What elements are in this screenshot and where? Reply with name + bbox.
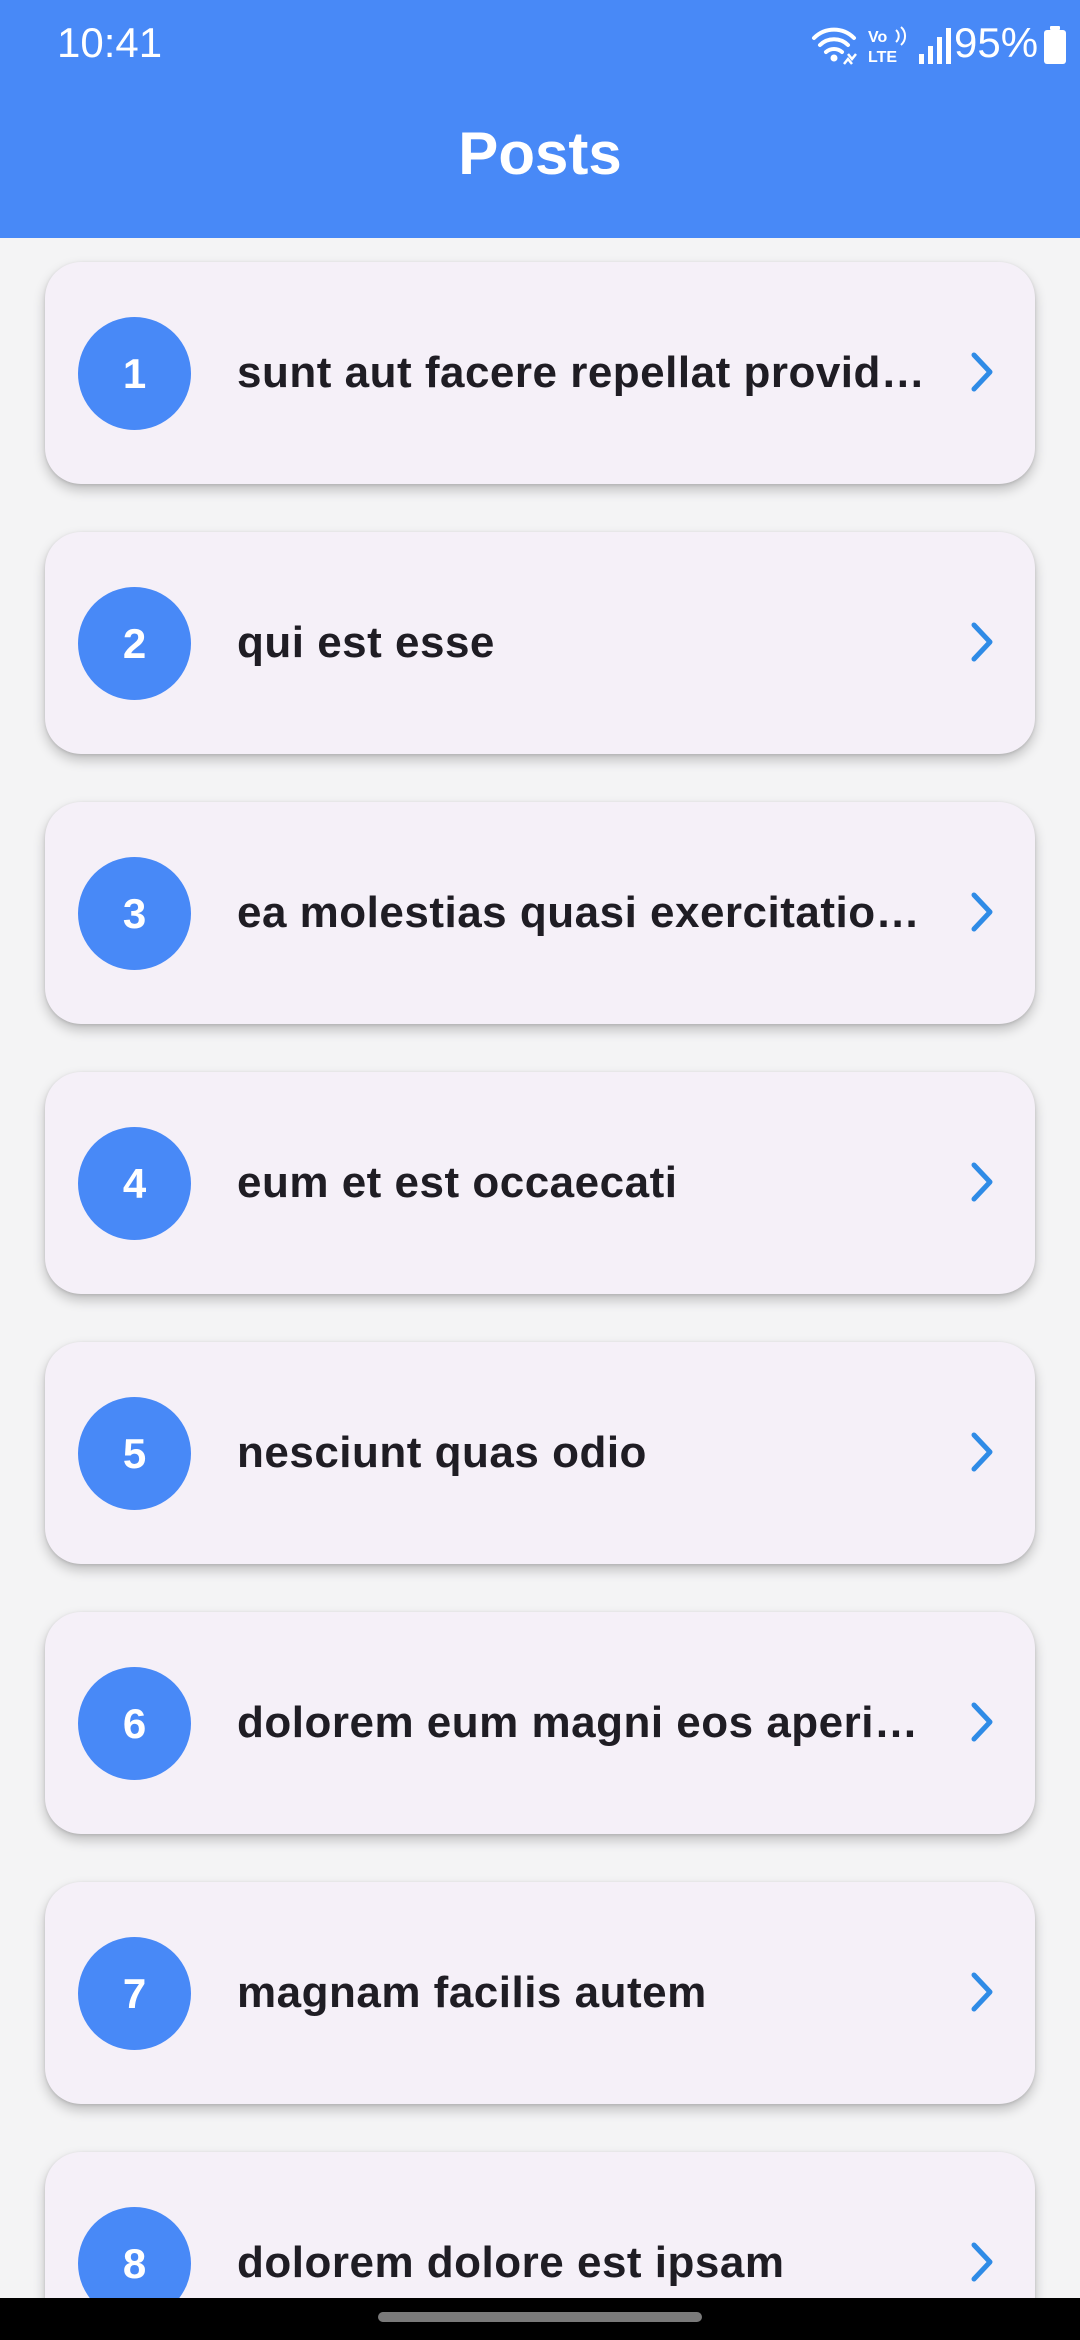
list-item[interactable]: 4 eum et est occaecati [45,1072,1035,1294]
svg-text:Vo: Vo [868,29,887,46]
post-id-avatar: 8 [78,2207,191,2298]
post-title: dolorem eum magni eos aperiam quia [237,1698,937,1747]
chevron-right-icon [971,892,993,932]
signal-icon [919,28,951,64]
post-title: sunt aut facere repellat provident occae… [237,348,937,397]
post-id-avatar: 3 [78,857,191,970]
list-item[interactable]: 5 nesciunt quas odio [45,1342,1035,1564]
post-id-avatar: 5 [78,1397,191,1510]
list-item[interactable]: 3 ea molestias quasi exercitationem repe… [45,802,1035,1024]
list-item[interactable]: 8 dolorem dolore est ipsam [45,2152,1035,2298]
posts-list[interactable]: 1 sunt aut facere repellat provident occ… [0,238,1080,2298]
chevron-right-icon [971,352,993,392]
post-title: nesciunt quas odio [237,1428,647,1477]
post-id-avatar: 2 [78,587,191,700]
chevron-right-icon [971,1972,993,2012]
post-title: eum et est occaecati [237,1158,678,1207]
chevron-right-icon [971,622,993,662]
chevron-right-icon [971,1432,993,1472]
app-bar: 10:41 Vo LTE 95% Posts [0,0,1080,238]
post-id-avatar: 1 [78,317,191,430]
status-time: 10:41 [57,19,163,66]
post-title: magnam facilis autem [237,1968,707,2017]
post-title: dolorem dolore est ipsam [237,2238,785,2287]
svg-text:LTE: LTE [868,49,897,66]
post-title: qui est esse [237,618,495,667]
post-title: ea molestias quasi exercitationem repell… [237,888,937,937]
post-id-avatar: 4 [78,1127,191,1240]
chevron-right-icon [971,1162,993,1202]
post-id-avatar: 7 [78,1937,191,2050]
list-item[interactable]: 2 qui est esse [45,532,1035,754]
chevron-right-icon [971,2242,993,2282]
page-title: Posts [458,120,622,187]
chevron-right-icon [971,1702,993,1742]
battery-percent: 95% [954,19,1039,66]
post-id-avatar: 6 [78,1667,191,1780]
list-item[interactable]: 6 dolorem eum magni eos aperiam quia [45,1612,1035,1834]
wifi-icon [812,27,857,65]
list-item[interactable]: 1 sunt aut facere repellat provident occ… [45,262,1035,484]
list-item[interactable]: 7 magnam facilis autem [45,1882,1035,2104]
volte-icon: Vo LTE [868,26,907,66]
battery-icon [1044,26,1066,64]
home-gesture-handle[interactable] [378,2312,702,2322]
system-nav-bar [0,2298,1080,2340]
status-icons: Vo LTE 95% [560,14,1080,74]
